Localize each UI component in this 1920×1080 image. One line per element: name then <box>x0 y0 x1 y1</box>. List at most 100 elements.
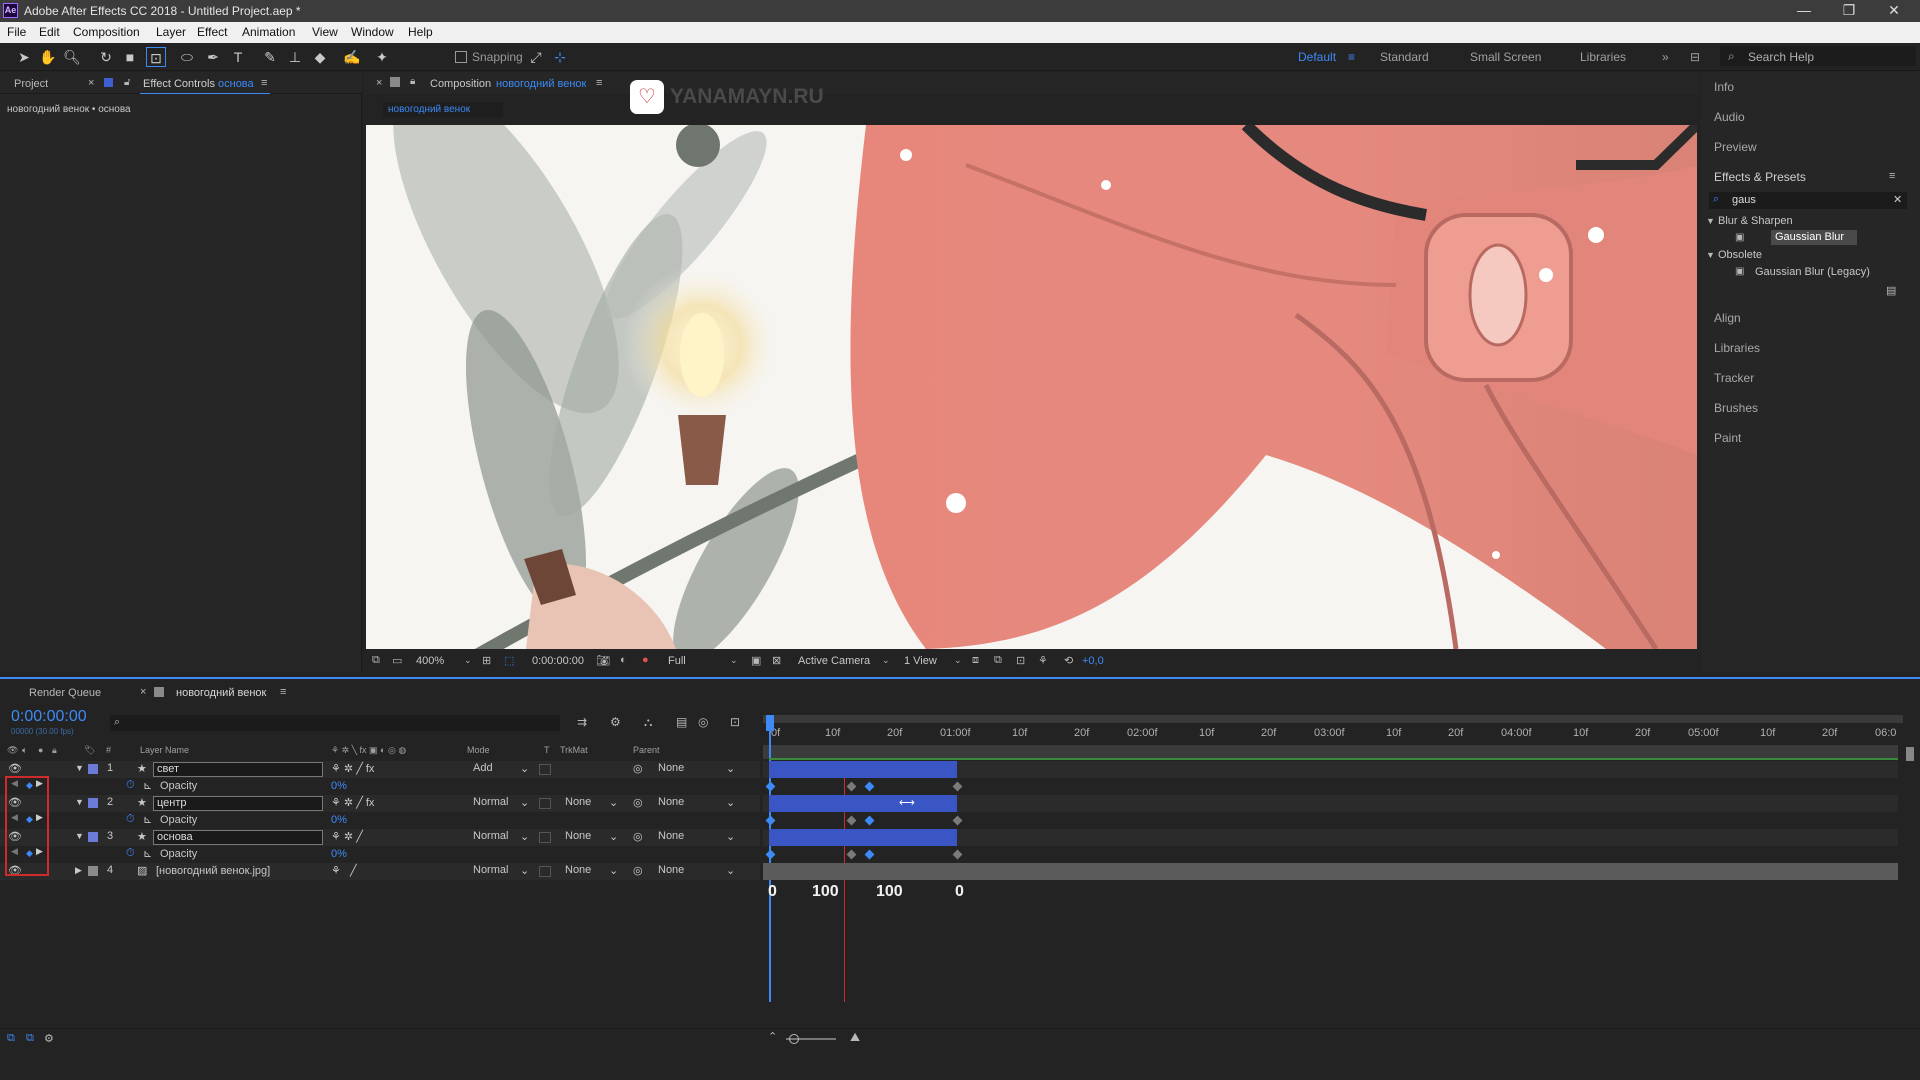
snapshot-icon[interactable]: 📷︎ <box>596 654 610 667</box>
switches-icon[interactable]: ⚘ ✲ ╱ fx <box>331 796 374 809</box>
parent-chevron-icon[interactable]: ⌄ <box>726 796 735 809</box>
comp-panel-menu-icon[interactable]: ≡ <box>596 77 602 89</box>
zoom-out-icon[interactable]: ⌃ <box>768 1030 777 1043</box>
viewer-image[interactable] <box>366 125 1697 649</box>
layer-name[interactable]: свет <box>153 762 323 777</box>
expand-layer-icon[interactable]: ▼ <box>75 831 84 841</box>
expand-blur-icon[interactable]: ▼ <box>1706 216 1715 226</box>
composition-mini-flowchart-icon[interactable]: ⇉ <box>577 715 587 729</box>
menu-file[interactable]: File <box>7 25 26 39</box>
pickwhip-icon[interactable]: ◎ <box>633 864 643 877</box>
close-comp-tab-icon[interactable]: × <box>376 77 382 89</box>
graph-icon[interactable]: ⊾ <box>143 847 152 860</box>
keyframe[interactable] <box>952 849 963 860</box>
trkmat-chevron-icon[interactable]: ⌄ <box>609 864 618 877</box>
layer-label-color[interactable] <box>88 832 98 842</box>
resolution-chevron-icon[interactable]: ⌄ <box>730 655 738 666</box>
channel-icon[interactable]: ● <box>642 654 649 666</box>
menu-composition[interactable]: Composition <box>73 25 140 39</box>
tab-project[interactable]: Project <box>14 78 48 90</box>
keyframe[interactable] <box>765 815 776 826</box>
timeline-icon[interactable]: ⊡ <box>1016 654 1025 667</box>
selection-tool-icon[interactable]: ➤ <box>14 47 34 67</box>
trkmat-dropdown[interactable]: None <box>565 796 591 808</box>
clone-stamp-tool-icon[interactable]: ⊥ <box>285 47 305 67</box>
preserve-transparency-checkbox[interactable] <box>539 798 551 809</box>
next-keyframe-icon[interactable]: ▶ <box>36 778 43 789</box>
property-row[interactable]: ◆ ⏱︎ ⊾ Opacity 0% <box>0 812 760 829</box>
mode-dropdown[interactable]: Add <box>473 762 493 774</box>
type-tool-icon[interactable]: T <box>228 47 248 67</box>
close-timeline-tab-icon[interactable]: × <box>140 686 146 698</box>
parent-chevron-icon[interactable]: ⌄ <box>726 830 735 843</box>
prev-keyframe-icon[interactable]: ◀ <box>11 846 18 857</box>
camera-tool-icon[interactable]: ■ <box>120 47 140 67</box>
layer-name[interactable]: центр <box>153 796 323 811</box>
mode-chevron-icon[interactable]: ⌄ <box>520 864 529 877</box>
mask-visibility-icon[interactable]: ⬚ <box>504 654 514 667</box>
next-keyframe-icon[interactable]: ▶ <box>36 846 43 857</box>
property-value[interactable]: 0% <box>331 814 347 826</box>
layer-name-header[interactable]: Layer Name <box>140 745 189 755</box>
hide-shy-icon[interactable]: ⛬ <box>644 715 652 730</box>
zoom-chevron-icon[interactable]: ⌄ <box>464 655 472 666</box>
property-value[interactable]: 0% <box>331 848 347 860</box>
zoom-slider-handle[interactable] <box>789 1034 799 1044</box>
pan-behind-tool-icon[interactable]: ⊡ <box>146 47 166 67</box>
stopwatch-icon[interactable]: ⏱︎ <box>126 779 135 792</box>
restore-icon[interactable]: ❐ <box>1829 0 1869 22</box>
mode-chevron-icon[interactable]: ⌄ <box>520 796 529 809</box>
parent-dropdown[interactable]: None <box>658 762 684 774</box>
comp-tab-label[interactable]: Composition <box>430 78 491 90</box>
expand-layer-icon[interactable]: ▼ <box>75 797 84 807</box>
menu-edit[interactable]: Edit <box>39 25 60 39</box>
panel-tracker[interactable]: Tracker <box>1714 371 1754 385</box>
panel-audio[interactable]: Audio <box>1714 110 1745 124</box>
trkmat-chevron-icon[interactable]: ⌄ <box>609 830 618 843</box>
prev-keyframe-icon[interactable]: ◀ <box>11 812 18 823</box>
keyframe[interactable] <box>765 849 776 860</box>
effects-menu-icon[interactable]: ≡ <box>1889 170 1895 182</box>
mode-dropdown[interactable]: Normal <box>473 864 508 876</box>
frame-blending-icon[interactable]: ▤ <box>676 715 687 729</box>
lock-icon[interactable]: 🔓︎ <box>124 77 130 88</box>
puppet-tool-icon[interactable]: ✦ <box>372 47 392 67</box>
switches-icon[interactable]: ⚘ ✲ ╱ fx <box>331 762 374 775</box>
comp-tab-name[interactable]: новогодний венок <box>496 78 586 90</box>
preserve-transparency-checkbox[interactable] <box>539 866 551 877</box>
snap-edges-icon[interactable]: ⤢ <box>526 47 546 67</box>
pen-tool-icon[interactable]: ✒ <box>203 47 223 67</box>
reset-exposure-icon[interactable]: ⟲ <box>1064 654 1073 667</box>
visibility-eye-icon[interactable]: 👁︎ <box>8 762 22 775</box>
panel-menu-icon[interactable]: ≡ <box>261 77 267 89</box>
pickwhip-icon[interactable]: ◎ <box>633 796 643 809</box>
panel-paint[interactable]: Paint <box>1714 431 1741 445</box>
menu-view[interactable]: View <box>312 25 338 39</box>
draft-3d-icon[interactable]: ⚙ <box>610 715 621 729</box>
workspace-standard[interactable]: Standard <box>1380 50 1429 64</box>
layer-row[interactable]: 👁︎ ▶ 4 ▨ [новогодний венок.jpg] ⚘ ╱ Norm… <box>0 863 760 880</box>
preserve-transparency-checkbox[interactable] <box>539 764 551 775</box>
eraser-tool-icon[interactable]: ◆ <box>310 47 330 67</box>
graph-icon[interactable]: ⊾ <box>143 813 152 826</box>
switches-icon[interactable]: ⚘ ╱ <box>331 864 357 877</box>
views-chevron-icon[interactable]: ⌄ <box>954 655 962 666</box>
resolution-dropdown[interactable]: Full <box>668 655 686 667</box>
workspace-default[interactable]: Default <box>1298 50 1336 64</box>
preserve-transparency-checkbox[interactable] <box>539 832 551 843</box>
graph-editor-icon[interactable]: ⊡ <box>730 715 740 729</box>
close-tab-icon[interactable]: × <box>88 77 94 89</box>
panel-align[interactable]: Align <box>1714 311 1741 325</box>
layer-label-color[interactable] <box>88 764 98 774</box>
effect-gaussian-blur-legacy[interactable]: Gaussian Blur (Legacy) <box>1755 266 1870 278</box>
property-value[interactable]: 0% <box>331 780 347 792</box>
zoom-tool-icon[interactable]: 🔍︎ <box>62 47 82 67</box>
prev-keyframe-icon[interactable]: ◀ <box>11 778 18 789</box>
layer-search-field[interactable]: ⌕ <box>110 715 560 731</box>
parent-dropdown[interactable]: None <box>658 796 684 808</box>
parent-dropdown[interactable]: None <box>658 830 684 842</box>
effects-category-blur[interactable]: Blur & Sharpen <box>1718 215 1793 227</box>
keyframe[interactable] <box>864 815 875 826</box>
expand-layer-icon[interactable]: ▶ <box>75 865 82 876</box>
menu-animation[interactable]: Animation <box>242 25 295 39</box>
